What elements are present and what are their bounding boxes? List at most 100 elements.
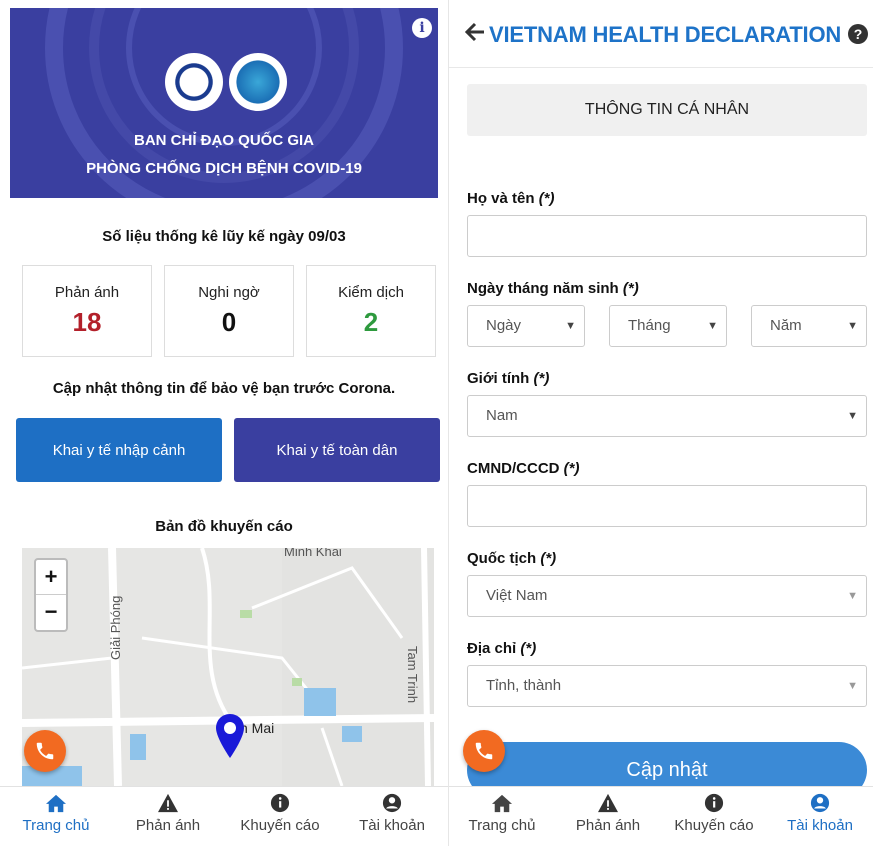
- ministry-health-logo: [165, 53, 223, 111]
- info-circle-icon: [704, 793, 724, 813]
- home-icon: [492, 794, 512, 813]
- nav-home[interactable]: Trang chủ: [449, 787, 555, 846]
- nav-report-label: Phản ánh: [135, 817, 201, 834]
- label-text: CMND/CCCD: [467, 460, 560, 477]
- nav-account-label: Tài khoản: [787, 817, 853, 834]
- label-dob: Ngày tháng năm sinh (*): [467, 280, 639, 297]
- info-icon[interactable]: i: [412, 18, 432, 38]
- stat-value: 0: [221, 307, 237, 337]
- nav-report[interactable]: Phản ánh: [112, 787, 224, 846]
- entry-declaration-button[interactable]: Khai y tế nhập cảnh: [16, 418, 222, 482]
- required-mark: (*): [533, 370, 550, 387]
- zoom-out-button[interactable]: −: [36, 595, 66, 630]
- id-number-input[interactable]: [467, 485, 867, 527]
- bottom-nav: Trang chủ Phản ánh Khuyến cáo Tài khoản: [449, 786, 873, 846]
- page-title: VIETNAM HEALTH DECLARATION: [489, 22, 842, 47]
- user-circle-icon: [382, 793, 402, 813]
- nav-account-label: Tài khoản: [359, 817, 425, 834]
- select-value: Nam: [486, 407, 518, 424]
- map-title: Bản đồ khuyến cáo: [155, 518, 293, 535]
- gender-select[interactable]: Nam ▼: [467, 395, 867, 437]
- select-value: Năm: [770, 317, 802, 334]
- select-value: Ngày: [486, 317, 522, 334]
- banner-title-line2: PHÒNG CHỐNG DỊCH BỆNH COVID-19: [86, 160, 362, 177]
- nav-home[interactable]: Trang chủ: [0, 787, 112, 846]
- section-personal-info: THÔNG TIN CÁ NHÂN: [467, 84, 867, 136]
- nav-account[interactable]: Tài khoản: [767, 787, 873, 846]
- stat-label: Kiểm dịch: [338, 284, 404, 301]
- stat-card-suspected: Nghi ngờ 0: [164, 265, 294, 357]
- advisory-map[interactable]: Minh Khai Giải Phóng Tam Trinh n Mai + −: [22, 548, 434, 786]
- dob-month-select[interactable]: Tháng ▼: [609, 305, 727, 347]
- stat-value: 2: [363, 307, 379, 337]
- label-gender: Giới tính (*): [467, 370, 549, 387]
- stat-card-quarantine: Kiểm dịch 2: [306, 265, 436, 357]
- map-pin-icon[interactable]: [216, 714, 244, 758]
- caret-down-icon: ▼: [707, 320, 718, 332]
- nationality-select[interactable]: Việt Nam ▼: [467, 575, 867, 617]
- label-text: Giới tính: [467, 370, 530, 387]
- label-full-name: Họ và tên (*): [467, 190, 555, 207]
- stats-title: Số liệu thống kê lũy kế ngày 09/03: [102, 228, 346, 245]
- warning-icon: [158, 793, 178, 813]
- required-mark: (*): [540, 550, 557, 567]
- map-label-giai-phong: Giải Phóng: [108, 595, 123, 660]
- home-screen: i BAN CHỈ ĐẠO QUỐC GIA PHÒNG CHỐNG DỊCH …: [0, 0, 448, 846]
- caret-down-icon: ▼: [847, 680, 858, 692]
- caret-down-icon: ▼: [847, 590, 858, 602]
- required-mark: (*): [563, 460, 580, 477]
- label-text: Quốc tịch: [467, 550, 537, 567]
- label-address: Địa chỉ (*): [467, 640, 536, 657]
- caret-down-icon: ▼: [565, 320, 576, 332]
- label-text: Ngày tháng năm sinh: [467, 280, 619, 297]
- label-nationality: Quốc tịch (*): [467, 550, 556, 567]
- ministry-ict-logo: [229, 53, 287, 111]
- header-banner: i BAN CHỈ ĐẠO QUỐC GIA PHÒNG CHỐNG DỊCH …: [10, 8, 438, 198]
- map-label-minh-khai: Minh Khai: [284, 548, 342, 559]
- nav-advice-label: Khuyến cáo: [240, 817, 320, 834]
- phone-icon: [475, 742, 493, 760]
- stat-label: Phản ánh: [54, 284, 120, 301]
- label-text: Địa chỉ: [467, 640, 517, 657]
- stat-card-reports: Phản ánh 18: [22, 265, 152, 357]
- select-value: Tháng: [628, 317, 671, 334]
- declaration-screen: VIETNAM HEALTH DECLARATION ? THÔNG TIN C…: [448, 0, 873, 846]
- call-hotline-button[interactable]: [463, 730, 505, 772]
- home-icon: [46, 794, 66, 813]
- call-hotline-button[interactable]: [24, 730, 66, 772]
- back-arrow-icon[interactable]: [465, 22, 485, 42]
- required-mark: (*): [520, 640, 537, 657]
- help-icon[interactable]: ?: [848, 24, 868, 44]
- full-name-input[interactable]: [467, 215, 867, 257]
- nav-advice[interactable]: Khuyến cáo: [224, 787, 336, 846]
- required-mark: (*): [538, 190, 555, 207]
- bottom-nav: Trang chủ Phản ánh Khuyến cáo Tài khoản: [0, 786, 448, 846]
- caret-down-icon: ▼: [847, 410, 858, 422]
- nav-account[interactable]: Tài khoản: [336, 787, 448, 846]
- map-label-mai: n Mai: [240, 720, 275, 736]
- phone-icon: [36, 742, 54, 760]
- zoom-in-button[interactable]: +: [36, 560, 66, 595]
- nav-report-label: Phản ánh: [575, 817, 641, 834]
- select-value: Việt Nam: [486, 587, 548, 604]
- stat-label: Nghi ngờ: [198, 284, 260, 301]
- nav-home-label: Trang chủ: [468, 817, 536, 834]
- nav-advice-label: Khuyến cáo: [674, 817, 754, 834]
- top-bar: VIETNAM HEALTH DECLARATION ?: [449, 0, 873, 68]
- dob-year-select[interactable]: Năm ▼: [751, 305, 867, 347]
- info-circle-icon: [270, 793, 290, 813]
- required-mark: (*): [622, 280, 639, 297]
- public-declaration-button[interactable]: Khai y tế toàn dân: [234, 418, 440, 482]
- select-value: Tỉnh, thành: [486, 677, 562, 694]
- banner-title-line1: BAN CHỈ ĐẠO QUỐC GIA: [134, 132, 314, 149]
- stat-value: 18: [72, 307, 102, 337]
- province-select[interactable]: Tỉnh, thành ▼: [467, 665, 867, 707]
- warning-icon: [598, 793, 618, 813]
- caret-down-icon: ▼: [847, 320, 858, 332]
- dob-day-select[interactable]: Ngày ▼: [467, 305, 585, 347]
- nav-advice[interactable]: Khuyến cáo: [661, 787, 767, 846]
- map-zoom-control: + −: [34, 558, 68, 632]
- label-id-number: CMND/CCCD (*): [467, 460, 580, 477]
- nav-report[interactable]: Phản ánh: [555, 787, 661, 846]
- update-note: Cập nhật thông tin để bảo vệ bạn trước C…: [52, 380, 396, 397]
